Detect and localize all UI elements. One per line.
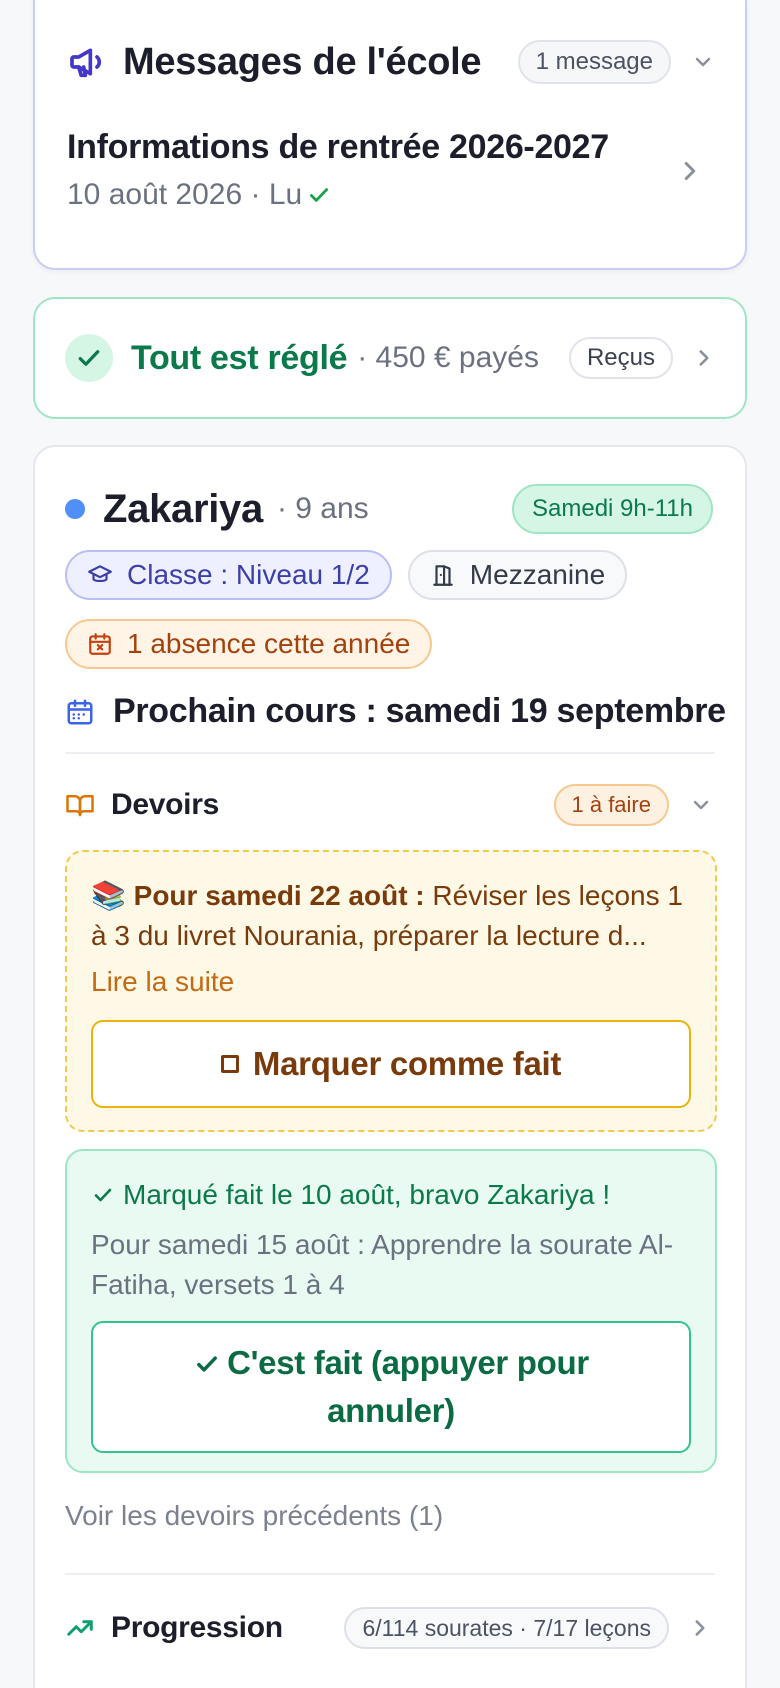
class-chip: Classe : Niveau 1/2	[65, 550, 392, 600]
undo-done-text: C'est fait (appuyer pour annuler)	[227, 1344, 589, 1429]
homework-done-card: Marqué fait le 10 août, bravo Zakariya !…	[65, 1149, 717, 1473]
homework-header[interactable]: Devoirs 1 à faire	[65, 783, 713, 827]
next-course-label: Prochain cours : samedi 19 septembre	[113, 692, 726, 730]
absence-label: 1 absence cette année	[127, 628, 411, 659]
homework-done-status: Marqué fait le 10 août, bravo Zakariya !	[91, 1179, 610, 1211]
message-date-status: 10 août 2026 · Lu	[67, 178, 303, 211]
divider	[65, 1573, 715, 1575]
student-card: Zakariya · 9 ans Samedi 9h-11h Classe : …	[33, 445, 747, 1688]
message-title: Informations de rentrée 2026-2027	[67, 128, 609, 166]
message-meta: 10 août 2026 · Lu	[67, 178, 332, 212]
receipts-button[interactable]: Reçus	[568, 337, 673, 379]
divider	[65, 752, 715, 754]
next-course: Prochain cours : samedi 19 septembre	[65, 692, 726, 731]
chevron-down-icon[interactable]	[669, 793, 713, 817]
room-chip: Mezzanine	[407, 550, 628, 600]
books-emoji-icon: 📚	[91, 880, 126, 911]
book-open-icon	[66, 795, 94, 817]
checkbox-icon	[220, 1055, 239, 1073]
messages-count-badge: 1 message	[517, 40, 671, 84]
chevron-right-icon	[669, 1615, 713, 1641]
previous-homework-link[interactable]: Voir les devoirs précédents (1)	[65, 1500, 443, 1532]
payment-amount: · 450 € payés	[357, 341, 539, 374]
graduation-cap-icon	[88, 565, 112, 583]
read-more-link[interactable]: Lire la suite	[91, 966, 234, 998]
payment-status: Tout est réglé	[131, 338, 348, 377]
door-icon	[433, 565, 453, 586]
chevron-down-icon[interactable]	[671, 50, 715, 74]
mark-done-button[interactable]: Marquer comme fait	[91, 1020, 691, 1108]
done-status-label: Marqué fait le 10 août, bravo Zakariya !	[123, 1179, 611, 1210]
check-icon	[94, 1188, 112, 1202]
megaphone-icon	[67, 42, 123, 82]
chevron-right-icon	[691, 345, 717, 371]
student-age: · 9 ans	[276, 492, 369, 525]
student-name: Zakariya	[103, 486, 263, 531]
class-label: Classe : Niveau 1/2	[127, 559, 370, 590]
check-icon	[302, 182, 332, 208]
student-chips: Classe : Niveau 1/2 Mezzanine	[65, 550, 643, 600]
absence-chip: 1 absence cette année	[65, 619, 433, 669]
payment-status-card[interactable]: Tout est réglé · 450 € payés Reçus	[33, 297, 747, 419]
homework-done-description: Pour samedi 15 août : Apprendre la soura…	[91, 1229, 674, 1300]
homework-title: Devoirs	[111, 788, 219, 821]
room-label: Mezzanine	[469, 559, 606, 590]
calendar-x-icon	[89, 633, 111, 655]
progress-row[interactable]: Progression 6/114 sourates · 7/17 leçons	[65, 1606, 713, 1650]
progress-title: Progression	[111, 1611, 283, 1644]
mark-done-label: Marquer comme fait	[252, 1045, 562, 1082]
check-icon	[197, 1356, 217, 1372]
trending-up-icon	[67, 1620, 93, 1636]
calendar-icon	[67, 699, 93, 724]
homework-due-date: Pour samedi 22 août :	[133, 880, 425, 911]
message-item[interactable]: Informations de rentrée 2026-2027 10 aoû…	[67, 128, 715, 218]
homework-pending-text: 📚 Pour samedi 22 août : Réviser les leço…	[91, 876, 691, 956]
schedule-badge: Samedi 9h-11h	[512, 484, 713, 534]
progress-summary-badge: 6/114 sourates · 7/17 leçons	[344, 1607, 669, 1649]
undo-done-label: C'est fait (appuyer pour annuler)	[133, 1339, 649, 1435]
messages-header[interactable]: Messages de l'école 1 message	[67, 40, 715, 84]
student-header: Zakariya · 9 ans Samedi 9h-11h	[65, 482, 713, 536]
undo-done-button[interactable]: C'est fait (appuyer pour annuler)	[91, 1321, 691, 1453]
school-messages-card: Messages de l'école 1 message Informatio…	[33, 0, 747, 270]
student-color-dot	[65, 499, 85, 519]
absence-row: 1 absence cette année	[65, 619, 448, 669]
check-circle-icon	[65, 334, 113, 382]
homework-todo-badge: 1 à faire	[553, 784, 669, 826]
homework-pending-card: 📚 Pour samedi 22 août : Réviser les leço…	[65, 850, 717, 1132]
messages-title: Messages de l'école	[123, 40, 482, 83]
